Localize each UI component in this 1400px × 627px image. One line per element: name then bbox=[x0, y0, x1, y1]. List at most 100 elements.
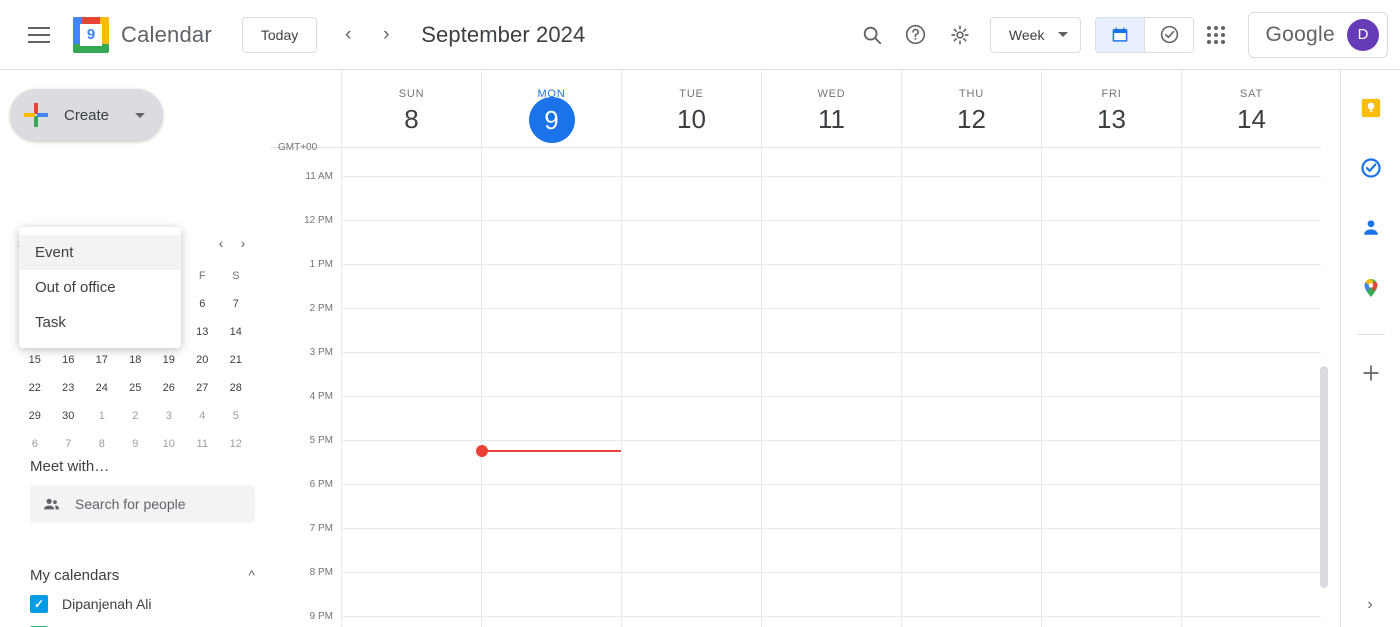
create-button-label: Create bbox=[64, 106, 110, 124]
mini-calendar-day[interactable]: 30 bbox=[52, 402, 86, 430]
vertical-scrollbar[interactable] bbox=[1320, 366, 1328, 588]
mini-calendar-day[interactable]: 25 bbox=[119, 374, 153, 402]
avatar[interactable]: D bbox=[1347, 18, 1379, 51]
mini-calendar-day[interactable]: 16 bbox=[52, 346, 86, 374]
mini-calendar-day[interactable]: 6 bbox=[18, 430, 52, 458]
calendar-checkbox[interactable]: ✓ bbox=[30, 594, 48, 613]
add-app-button[interactable] bbox=[1351, 353, 1391, 393]
mini-calendar-prev-icon[interactable]: ‹ bbox=[210, 232, 232, 254]
hour-label: 6 PM bbox=[309, 479, 333, 490]
day-header-number[interactable]: 10 bbox=[677, 101, 706, 137]
mini-calendar-day[interactable]: 22 bbox=[18, 374, 52, 402]
meet-with-title: Meet with… bbox=[30, 458, 110, 475]
day-header-wed[interactable]: WED 11 bbox=[761, 70, 901, 148]
today-button[interactable]: Today bbox=[241, 16, 318, 53]
page-title: September 2024 bbox=[421, 21, 586, 47]
create-menu[interactable]: Event Out of office Task bbox=[19, 227, 181, 348]
expand-rail-icon[interactable]: › bbox=[1354, 589, 1386, 621]
mini-calendar-day[interactable]: 27 bbox=[186, 374, 220, 402]
create-button[interactable]: Create bbox=[10, 89, 164, 141]
mini-calendar-day[interactable]: 18 bbox=[119, 346, 153, 374]
day-header-tue[interactable]: TUE 10 bbox=[621, 70, 761, 148]
mini-calendar-day[interactable]: 10 bbox=[152, 430, 186, 458]
previous-period-icon[interactable]: ‹ bbox=[329, 16, 367, 54]
view-selector[interactable]: Week bbox=[989, 16, 1082, 53]
date-navigation: ‹ › bbox=[329, 16, 405, 54]
top-bar-actions: Week Google D bbox=[850, 11, 1400, 58]
day-header-fri[interactable]: FRI 13 bbox=[1041, 70, 1181, 148]
mini-calendar-next-icon[interactable]: › bbox=[232, 232, 254, 254]
mini-calendar-day[interactable]: 24 bbox=[85, 374, 119, 402]
day-header-number[interactable]: 12 bbox=[957, 101, 986, 137]
day-columns[interactable] bbox=[341, 148, 1321, 627]
mini-calendar-day[interactable]: 29 bbox=[18, 402, 52, 430]
create-menu-item-event[interactable]: Event bbox=[19, 235, 181, 270]
day-header-dow: WED bbox=[817, 88, 846, 100]
day-column-divider bbox=[901, 148, 902, 627]
day-header-sat[interactable]: SAT 14 bbox=[1181, 70, 1321, 148]
help-icon[interactable] bbox=[894, 13, 938, 57]
calendar-list-item[interactable]: ✓ Dipanjenah Ali bbox=[30, 588, 255, 619]
mini-calendar-day[interactable]: 13 bbox=[186, 318, 220, 346]
mini-calendar-day[interactable]: 15 bbox=[18, 346, 52, 374]
next-period-icon[interactable]: › bbox=[367, 16, 405, 54]
mini-calendar-day[interactable]: 26 bbox=[152, 374, 186, 402]
day-header-number[interactable]: 8 bbox=[404, 101, 418, 137]
keep-icon[interactable] bbox=[1351, 88, 1391, 128]
hour-label: 1 PM bbox=[309, 259, 333, 270]
day-column-divider bbox=[761, 148, 762, 627]
people-search[interactable] bbox=[30, 485, 255, 523]
check-circle-icon[interactable] bbox=[1145, 17, 1194, 52]
tasks-icon[interactable] bbox=[1351, 148, 1391, 188]
hamburger-icon[interactable] bbox=[15, 11, 63, 59]
mini-calendar-day[interactable]: 23 bbox=[52, 374, 86, 402]
day-header-sun[interactable]: SUN 8 bbox=[341, 70, 481, 148]
hour-gridline bbox=[341, 264, 1321, 265]
mini-calendar-day[interactable]: 2 bbox=[119, 402, 153, 430]
day-header-thu[interactable]: THU 12 bbox=[901, 70, 1041, 148]
day-header-number[interactable]: 9 bbox=[528, 97, 575, 143]
mini-calendar-day[interactable]: 1 bbox=[85, 402, 119, 430]
mini-calendar-day[interactable]: 14 bbox=[219, 318, 253, 346]
calendar-list-item[interactable]: ✓Birthdays bbox=[30, 619, 255, 627]
chevron-up-icon[interactable]: ^ bbox=[248, 567, 255, 583]
gear-icon[interactable] bbox=[938, 13, 982, 57]
create-menu-item-task[interactable]: Task bbox=[19, 305, 181, 340]
mini-calendar-day[interactable]: 7 bbox=[52, 430, 86, 458]
day-header-number[interactable]: 14 bbox=[1237, 101, 1266, 137]
create-menu-item-out-of-office[interactable]: Out of office bbox=[19, 270, 181, 305]
chevron-down-icon bbox=[1058, 32, 1069, 37]
mini-calendar-day[interactable]: 19 bbox=[152, 346, 186, 374]
hour-gridline bbox=[341, 440, 1321, 441]
account-brand-label: Google bbox=[1265, 22, 1335, 46]
mini-calendar-day[interactable]: 7 bbox=[219, 290, 253, 318]
mini-calendar-day[interactable]: 8 bbox=[85, 430, 119, 458]
mini-calendar-day[interactable]: 4 bbox=[186, 402, 220, 430]
mini-calendar-day[interactable]: 6 bbox=[186, 290, 220, 318]
mini-calendar-day[interactable]: 17 bbox=[85, 346, 119, 374]
mini-calendar-day[interactable]: 11 bbox=[186, 430, 220, 458]
apps-grid-icon[interactable] bbox=[1194, 13, 1238, 57]
mini-calendar-day[interactable]: 20 bbox=[186, 346, 220, 374]
mini-calendar-day[interactable]: 12 bbox=[219, 430, 253, 458]
mini-calendar-day[interactable]: 28 bbox=[219, 374, 253, 402]
maps-icon[interactable] bbox=[1351, 268, 1391, 308]
people-search-input[interactable] bbox=[75, 496, 225, 512]
day-header-number[interactable]: 13 bbox=[1097, 101, 1126, 137]
calendar-name: Dipanjenah Ali bbox=[62, 595, 152, 612]
day-header-mon[interactable]: MON 9 bbox=[481, 70, 621, 148]
my-calendars-header[interactable]: My calendars ^ bbox=[30, 562, 255, 588]
contacts-icon[interactable] bbox=[1351, 208, 1391, 248]
calendar-logo[interactable]: 9 Calendar bbox=[73, 16, 212, 53]
calendar-icon[interactable] bbox=[1096, 17, 1145, 52]
day-header-dow: THU bbox=[958, 88, 984, 100]
mini-calendar-day[interactable]: 5 bbox=[219, 402, 253, 430]
mini-calendar-day[interactable]: 9 bbox=[119, 430, 153, 458]
mini-calendar-day[interactable]: 3 bbox=[152, 402, 186, 430]
mini-calendar-day[interactable]: 21 bbox=[219, 346, 253, 374]
account-chip[interactable]: Google D bbox=[1248, 11, 1388, 58]
search-icon[interactable] bbox=[850, 13, 894, 57]
day-header-number[interactable]: 11 bbox=[818, 101, 845, 137]
day-headers: SUN 8 MON 9 TUE 10 WED 11 THU 12 FRI 13 SAT 14 bbox=[270, 70, 1340, 148]
time-grid[interactable]: 10 AM11 AM12 PM1 PM2 PM3 PM4 PM5 PM6 PM7… bbox=[270, 148, 1340, 627]
